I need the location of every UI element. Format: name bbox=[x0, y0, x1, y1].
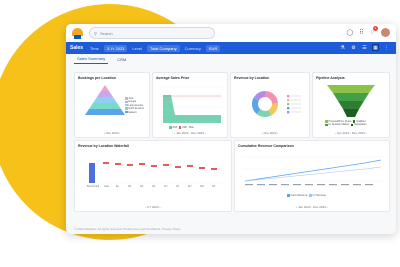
search-input[interactable]: ⚲ Search bbox=[89, 27, 215, 39]
waterfall-label: EU bbox=[188, 185, 192, 188]
waterfall-label: Eu bbox=[116, 185, 119, 188]
waterfall-label: AM bbox=[200, 185, 204, 188]
list-view-icon[interactable]: ☰ bbox=[361, 44, 368, 51]
waterfall-label: NA bbox=[212, 185, 216, 188]
help-icon[interactable]: ◯ bbox=[346, 29, 353, 36]
pipeline-card: Pipeline Analysis Proposal/Price Quote Q… bbox=[312, 72, 390, 138]
grid-view-icon[interactable]: ▦ bbox=[372, 44, 379, 51]
apps-icon[interactable]: ⠿ bbox=[359, 29, 363, 36]
card-footer[interactable]: ‹ Jan 2023 - Dec 2023 › bbox=[235, 205, 389, 209]
bookings-card: Bookings per Location Asia Europe Latin … bbox=[74, 72, 150, 138]
card-footer[interactable]: ‹ Apr 2023 - Dec 2023 › bbox=[313, 131, 389, 135]
price-card: Average Sales Price ASP ASP - Plan ‹ Jan… bbox=[152, 72, 228, 138]
card-footer[interactable]: ‹ Jan 2023 - Dec 2023 › bbox=[153, 131, 227, 135]
revenue-card: Revenue by Location ‹ Nov 2023 › bbox=[230, 72, 310, 138]
avatar[interactable] bbox=[381, 28, 390, 37]
bookings-legend: Asia Europe Latin America North America … bbox=[125, 97, 144, 114]
currency-label: Currency bbox=[184, 45, 201, 51]
notifications-icon[interactable]: ♢ 2 bbox=[370, 26, 378, 36]
card-footer[interactable]: ‹ FY 2023 › bbox=[75, 205, 231, 209]
waterfall-label: AS bbox=[152, 185, 156, 188]
pipeline-funnel-chart bbox=[327, 85, 375, 117]
waterfall-label: Benchmark bbox=[87, 185, 100, 188]
pipeline-legend: Proposal/Price Quote Qualified Id. Decis… bbox=[325, 120, 366, 127]
cumulative-legend: Cumul Revenue CY Revenue bbox=[287, 194, 326, 197]
more-icon[interactable]: ⋮ bbox=[383, 44, 390, 51]
waterfall-label: Asia bbox=[104, 185, 109, 188]
card-footer[interactable]: ‹ Nov 2023 › bbox=[231, 131, 309, 135]
waterfall-chart bbox=[83, 162, 225, 184]
card-footer[interactable]: ‹ Nov 2023 › bbox=[75, 131, 149, 135]
tab-sales-summary[interactable]: Sales Summary bbox=[74, 56, 109, 64]
level-label: Level bbox=[132, 45, 142, 51]
waterfall-label: SA bbox=[140, 185, 144, 188]
top-bar: ⚲ Search ◯ ⠿ ♢ 2 bbox=[66, 24, 396, 42]
page-title: Sales bbox=[70, 45, 84, 51]
level-select[interactable]: Total Company bbox=[146, 44, 180, 52]
page-footer: © 2023 Adaptive. All rights reserved. Pr… bbox=[74, 227, 181, 231]
waterfall-card: Revenue by Location Waterfall Benchmark … bbox=[74, 140, 232, 212]
view-controls: ⚗ ⚙ ☰ ▦ ⋮ bbox=[339, 44, 390, 51]
search-icon: ⚲ bbox=[94, 30, 97, 36]
cumulative-line-chart bbox=[243, 156, 383, 186]
currency-select[interactable]: EUR bbox=[205, 44, 221, 52]
tab-crm[interactable]: CRM bbox=[114, 57, 129, 64]
dashboard-window: ⚲ Search ◯ ⠿ ♢ 2 Sales Time 3-Yr 2023 Lev… bbox=[66, 24, 396, 234]
filter-icon[interactable]: ⚗ bbox=[339, 44, 346, 51]
revenue-donut-chart bbox=[252, 91, 301, 117]
settings-icon[interactable]: ⚙ bbox=[350, 44, 357, 51]
time-label: Time bbox=[90, 45, 99, 51]
top-right-actions: ◯ ⠿ ♢ 2 bbox=[346, 26, 390, 37]
time-select[interactable]: 3-Yr 2023 bbox=[103, 44, 128, 52]
notification-badge: 2 bbox=[373, 26, 378, 31]
cumulative-card: Cumulative Revenue Comparison Cumul Reve… bbox=[234, 140, 390, 212]
waterfall-label: AU bbox=[164, 185, 168, 188]
filter-bar: Sales Time 3-Yr 2023 Level Total Company… bbox=[66, 42, 396, 54]
waterfall-label: NA bbox=[128, 185, 132, 188]
search-placeholder: Search bbox=[99, 30, 113, 36]
tab-bar: Sales Summary CRM bbox=[66, 54, 396, 64]
app-logo[interactable] bbox=[72, 27, 83, 39]
waterfall-label: Afr bbox=[176, 185, 180, 188]
price-legend: ASP ASP - Plan bbox=[169, 126, 194, 129]
